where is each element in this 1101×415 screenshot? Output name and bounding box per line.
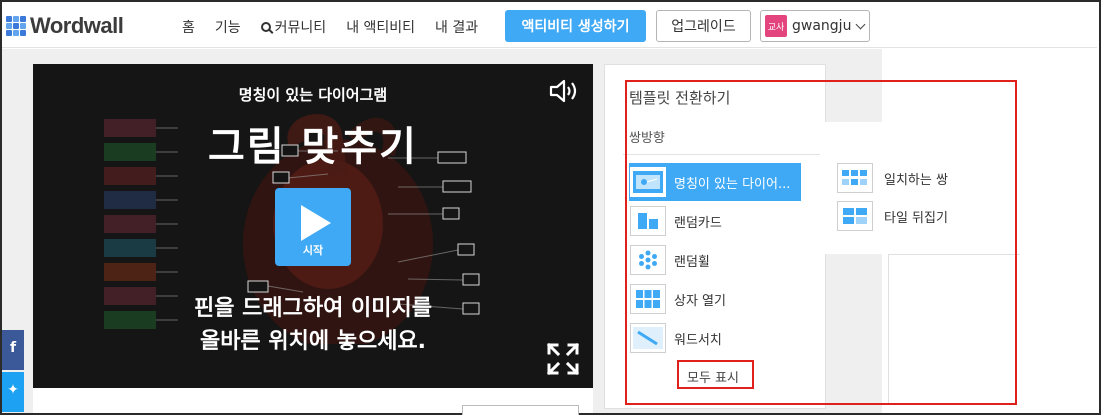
facebook-icon: f bbox=[9, 340, 17, 356]
search-icon bbox=[260, 22, 271, 32]
nav-my-results-label: 내 결과 bbox=[435, 20, 479, 36]
nav-community-label: 커뮤니티 bbox=[274, 20, 327, 36]
wordwall-logo[interactable]: Wordwall bbox=[6, 13, 124, 39]
annotation-highlight-template-panel bbox=[625, 80, 1017, 405]
annotation-highlight-show-all bbox=[677, 360, 754, 389]
play-icon bbox=[301, 205, 331, 241]
logo-text: Wordwall bbox=[30, 13, 124, 38]
upgrade-button[interactable]: 업그레이드 bbox=[656, 10, 751, 42]
activity-title: 그림 맞추기 bbox=[208, 124, 418, 170]
user-name: gwangju bbox=[792, 18, 852, 34]
user-menu[interactable]: 교사 gwangju bbox=[760, 10, 870, 42]
logo-icon bbox=[6, 16, 26, 36]
instructions-line-1: 핀을 드래그하여 이미지를 bbox=[194, 296, 432, 321]
speaker-icon[interactable] bbox=[549, 78, 581, 104]
nav-my-results[interactable]: 내 결과 bbox=[435, 17, 478, 37]
nav-home[interactable]: 홈 bbox=[182, 17, 195, 37]
teacher-badge: 교사 bbox=[765, 15, 787, 37]
nav-features-label: 기능 bbox=[214, 20, 241, 36]
nav-my-activities[interactable]: 내 액티비티 bbox=[346, 17, 415, 37]
instructions-line-2: 올바른 위치에 놓으세요. bbox=[199, 329, 427, 354]
activity-type-subtitle: 명칭이 있는 다이어그램 bbox=[238, 86, 388, 104]
facebook-share-button[interactable]: f bbox=[2, 330, 24, 370]
chevron-down-icon bbox=[856, 19, 866, 29]
activity-player: 명칭이 있는 다이어그램 그림 맞추기 시작 핀을 드래그하여 이미지를 올바른… bbox=[33, 64, 593, 388]
nav-my-activities-label: 내 액티비티 bbox=[346, 20, 416, 36]
twitter-icon: ✦ bbox=[7, 382, 19, 398]
bottom-action-button[interactable] bbox=[462, 405, 579, 415]
main-nav: 홈 기능 커뮤니티 내 액티비티 내 결과 bbox=[182, 17, 498, 37]
nav-features[interactable]: 기능 bbox=[215, 17, 241, 37]
start-button[interactable]: 시작 bbox=[275, 188, 351, 266]
twitter-share-button[interactable]: ✦ bbox=[2, 372, 24, 412]
top-navigation-bar: Wordwall 홈 기능 커뮤니티 내 액티비티 내 결과 액티비티 생성하기… bbox=[2, 2, 1097, 48]
create-activity-button[interactable]: 액티비티 생성하기 bbox=[505, 10, 646, 42]
start-button-label: 시작 bbox=[302, 244, 324, 257]
nav-community[interactable]: 커뮤니티 bbox=[260, 17, 327, 37]
fullscreen-icon[interactable] bbox=[546, 342, 580, 376]
nav-home-label: 홈 bbox=[182, 20, 195, 36]
instructions-text: 핀을 드래그하여 이미지를 올바른 위치에 놓으세요. bbox=[33, 292, 593, 358]
